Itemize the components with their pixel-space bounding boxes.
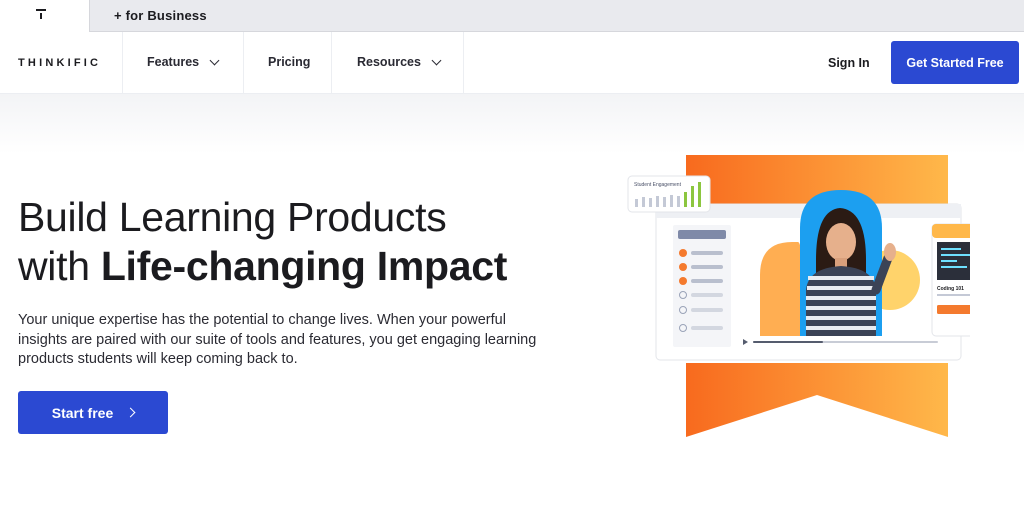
nav-features[interactable]: Features <box>147 55 220 69</box>
nav-resources[interactable]: Resources <box>357 55 442 69</box>
svg-text:Student Engagement: Student Engagement <box>634 182 682 188</box>
hero-illustration: Student Engagement Coding 101 <box>627 155 970 437</box>
hero-headline: Build Learning Products with Life-changi… <box>18 193 507 291</box>
get-started-free-button[interactable]: Get Started Free <box>891 41 1019 84</box>
chevron-right-icon <box>125 407 136 418</box>
headline-line-2: with Life-changing Impact <box>18 243 508 289</box>
chevron-down-icon <box>209 55 220 65</box>
headline-emphasis: Life-changing Impact <box>100 243 508 289</box>
hero-description: Your unique expertise has the potential … <box>18 312 537 367</box>
ribbon-bottom <box>686 363 948 437</box>
for-business-link[interactable]: + for Business <box>114 8 207 23</box>
sign-in-link[interactable]: Sign In <box>828 56 870 70</box>
nav-pricing[interactable]: Pricing <box>268 55 310 69</box>
thinkific-mark-icon[interactable] <box>0 0 90 32</box>
hero-background <box>0 94 1024 154</box>
main-nav: THINKIFIC Features Pricing Resources Sig… <box>0 32 1024 94</box>
start-free-button[interactable]: Start free <box>18 391 168 434</box>
brand-logo[interactable]: THINKIFIC <box>18 57 101 69</box>
svg-text:Coding 101: Coding 101 <box>937 286 964 292</box>
headline-line-1: Build Learning Products <box>18 194 447 240</box>
top-utility-bar: + for Business <box>0 0 1024 32</box>
chevron-down-icon <box>431 55 442 65</box>
